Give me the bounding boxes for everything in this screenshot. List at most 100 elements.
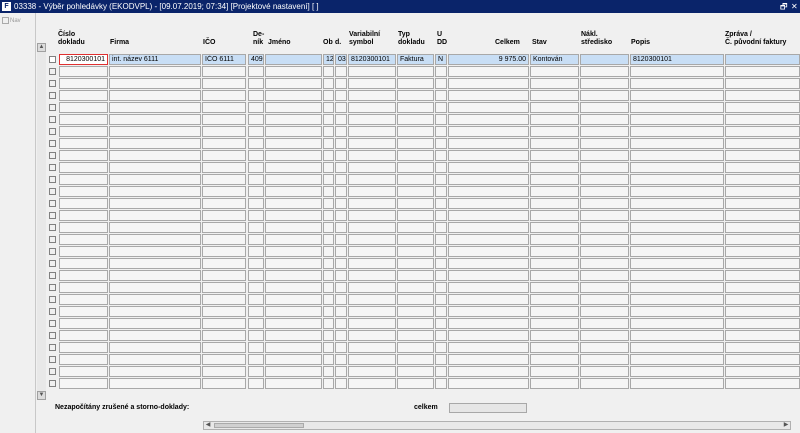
cell-stav[interactable]: [530, 210, 579, 221]
table-row[interactable]: [48, 258, 800, 270]
cell-stred[interactable]: [580, 318, 629, 329]
row-checkbox[interactable]: [49, 236, 56, 243]
cell-udd[interactable]: [435, 270, 447, 281]
cell-popis[interactable]: [630, 366, 724, 377]
cell-ob[interactable]: [323, 342, 334, 353]
column-header-zprava[interactable]: Zpráva / Č. původní faktury: [725, 31, 786, 47]
cell-stav[interactable]: [530, 66, 579, 77]
cell-ico[interactable]: [202, 138, 246, 149]
cell-zprava[interactable]: [725, 306, 800, 317]
cell-vs[interactable]: [348, 330, 396, 341]
cell-zprava[interactable]: [725, 54, 800, 65]
row-checkbox[interactable]: [49, 140, 56, 147]
cell-firma[interactable]: [109, 102, 201, 113]
cell-typ[interactable]: Faktura: [397, 54, 434, 65]
cell-popis[interactable]: [630, 186, 724, 197]
cell-stred[interactable]: [580, 234, 629, 245]
cell-udd[interactable]: [435, 234, 447, 245]
cell-d[interactable]: 03: [335, 54, 347, 65]
cell-ob[interactable]: [323, 318, 334, 329]
cell-ico[interactable]: [202, 90, 246, 101]
cell-celkem[interactable]: [448, 90, 529, 101]
cell-celkem[interactable]: [448, 246, 529, 257]
cell-popis[interactable]: [630, 246, 724, 257]
cell-ico[interactable]: [202, 270, 246, 281]
cell-celkem[interactable]: [448, 306, 529, 317]
cell-stred[interactable]: [580, 66, 629, 77]
cell-ico[interactable]: IČO 6111: [202, 54, 246, 65]
cell-stav[interactable]: [530, 258, 579, 269]
row-checkbox[interactable]: [49, 152, 56, 159]
cell-firma[interactable]: [109, 174, 201, 185]
cell-typ[interactable]: [397, 162, 434, 173]
cell-d[interactable]: [335, 90, 347, 101]
cell-cislo[interactable]: [59, 270, 108, 281]
cell-jmeno[interactable]: [265, 306, 322, 317]
cell-jmeno[interactable]: [265, 294, 322, 305]
cell-cislo[interactable]: [59, 246, 108, 257]
cell-stav[interactable]: [530, 378, 579, 389]
cell-zprava[interactable]: [725, 222, 800, 233]
cell-ico[interactable]: [202, 114, 246, 125]
cell-stav[interactable]: [530, 318, 579, 329]
table-row[interactable]: [48, 114, 800, 126]
cell-vs[interactable]: [348, 198, 396, 209]
cell-ob[interactable]: [323, 282, 334, 293]
cell-stred[interactable]: [580, 162, 629, 173]
table-row[interactable]: [48, 282, 800, 294]
cell-popis[interactable]: [630, 354, 724, 365]
cell-d[interactable]: [335, 330, 347, 341]
cell-stav[interactable]: [530, 366, 579, 377]
cell-popis[interactable]: [630, 78, 724, 89]
cell-celkem[interactable]: [448, 186, 529, 197]
cell-popis[interactable]: [630, 126, 724, 137]
row-checkbox[interactable]: [49, 380, 56, 387]
cell-denik[interactable]: [248, 102, 264, 113]
cell-vs[interactable]: [348, 78, 396, 89]
cell-jmeno[interactable]: [265, 114, 322, 125]
cell-udd[interactable]: [435, 198, 447, 209]
cell-typ[interactable]: [397, 234, 434, 245]
cell-typ[interactable]: [397, 378, 434, 389]
cell-ob[interactable]: [323, 138, 334, 149]
cell-ico[interactable]: [202, 354, 246, 365]
cell-ico[interactable]: [202, 174, 246, 185]
cell-zprava[interactable]: [725, 234, 800, 245]
cell-ob[interactable]: [323, 270, 334, 281]
cell-zprava[interactable]: [725, 246, 800, 257]
cell-celkem[interactable]: [448, 162, 529, 173]
cell-ob[interactable]: 12: [323, 54, 334, 65]
cell-celkem[interactable]: [448, 126, 529, 137]
cell-d[interactable]: [335, 186, 347, 197]
row-checkbox[interactable]: [49, 104, 56, 111]
cell-ob[interactable]: [323, 294, 334, 305]
cell-d[interactable]: [335, 258, 347, 269]
cell-jmeno[interactable]: [265, 318, 322, 329]
cell-stav[interactable]: [530, 270, 579, 281]
cell-udd[interactable]: [435, 378, 447, 389]
cell-firma[interactable]: [109, 78, 201, 89]
table-row[interactable]: [48, 162, 800, 174]
cell-zprava[interactable]: [725, 102, 800, 113]
cell-firma[interactable]: [109, 330, 201, 341]
cell-d[interactable]: [335, 306, 347, 317]
cell-d[interactable]: [335, 138, 347, 149]
cell-cislo[interactable]: [59, 198, 108, 209]
cell-zprava[interactable]: [725, 114, 800, 125]
cell-udd[interactable]: [435, 282, 447, 293]
cell-ico[interactable]: [202, 222, 246, 233]
cell-celkem[interactable]: [448, 234, 529, 245]
cell-stred[interactable]: [580, 90, 629, 101]
cell-denik[interactable]: [248, 78, 264, 89]
cell-popis[interactable]: [630, 270, 724, 281]
cell-ob[interactable]: [323, 366, 334, 377]
cell-jmeno[interactable]: [265, 234, 322, 245]
cell-ico[interactable]: [202, 378, 246, 389]
row-checkbox[interactable]: [49, 272, 56, 279]
table-row[interactable]: [48, 378, 800, 390]
cell-ico[interactable]: [202, 306, 246, 317]
cell-zprava[interactable]: [725, 294, 800, 305]
table-row[interactable]: [48, 366, 800, 378]
cell-ico[interactable]: [202, 126, 246, 137]
cell-stred[interactable]: [580, 102, 629, 113]
